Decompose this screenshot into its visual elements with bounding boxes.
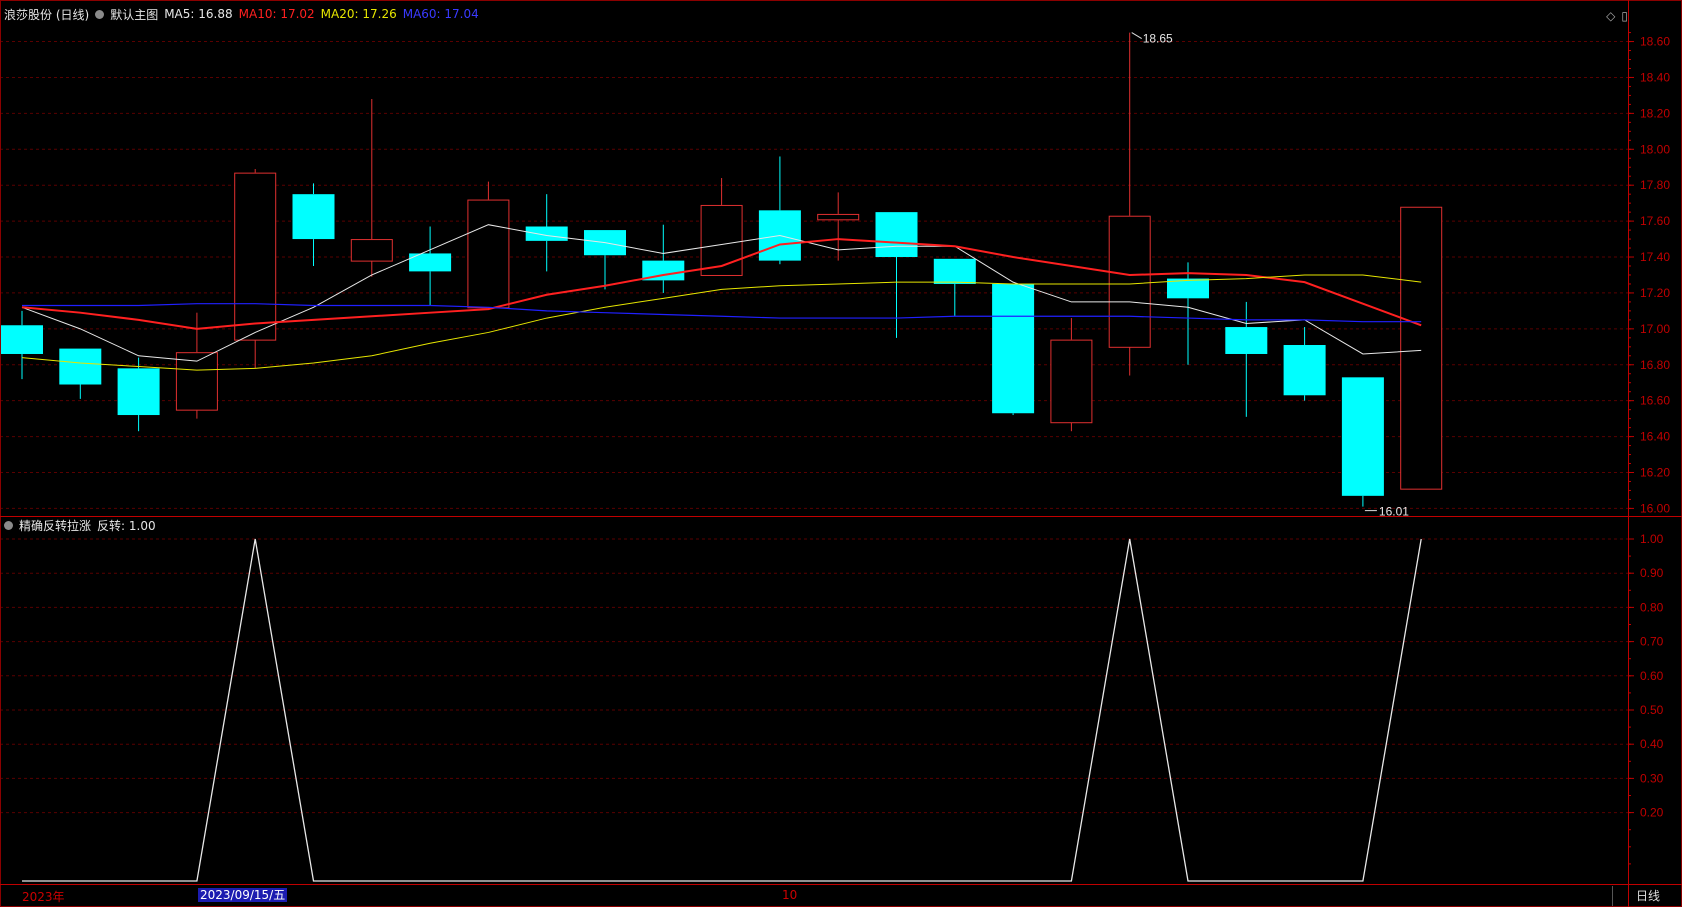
top-right-icons: ◇ ▯ [1606,9,1628,23]
price-tick-label: 17.00 [1640,322,1670,336]
candle-body [525,226,568,241]
candle-body [350,239,393,262]
price-tick-label: 16.00 [1640,501,1670,515]
candle-body [234,172,277,341]
indicator-tick-label: 0.50 [1640,703,1664,717]
candle-body [467,199,510,309]
candle-down[interactable] [1,310,43,380]
diamond-icon[interactable]: ◇ [1606,9,1615,23]
candle-body [117,368,160,416]
indicator-tick-label: 0.20 [1640,806,1664,820]
candle-body [1283,345,1326,396]
candle-down[interactable] [1341,377,1384,507]
candle-up[interactable] [234,169,277,369]
candle-down[interactable] [117,357,160,432]
ma60-line [22,303,1422,323]
candle-down[interactable] [292,183,335,266]
price-tick-label: 17.20 [1640,286,1670,300]
indicator-tick-label: 0.60 [1640,669,1664,683]
price-tick-label: 18.60 [1640,35,1670,49]
candle-down[interactable] [1283,327,1326,401]
candle-down[interactable] [642,224,685,293]
chart-canvas[interactable]: 18.60 18.40 18.20 18.00 17.80 17.60 17.40 17.20… [0,0,1682,907]
indicator-tick-label: 0.30 [1640,771,1664,785]
indicator-header: 精确反转拉涨 反转: 1.00 [4,517,162,534]
candle-body [875,212,918,258]
candle-body [1341,377,1384,496]
candle-body [933,258,976,284]
ma60-label: MA60: 17.04 [402,7,479,21]
candle-body [59,348,102,385]
price-tick-label: 18.40 [1640,70,1670,84]
price-tick-label: 18.20 [1640,106,1670,120]
candle-body [1108,215,1151,348]
price-tick-label: 16.20 [1640,465,1670,479]
candle-down[interactable] [992,283,1035,416]
price-tick-label: 16.80 [1640,358,1670,372]
month-label: 10 [782,888,798,902]
price-tick-label: 16.60 [1640,394,1670,408]
candle-body [992,283,1035,414]
settings-circle-icon[interactable] [95,9,105,19]
price-tick-label: 17.60 [1640,214,1670,228]
ma10-label: MA10: 17.02 [238,7,315,21]
candle-body [1400,206,1443,490]
price-tick-label: 16.40 [1640,430,1670,444]
ma20-label: MA20: 17.26 [320,7,397,21]
candle-down[interactable] [409,226,452,306]
panel-toggle-icon[interactable]: ▯ [1621,9,1628,23]
candle-up[interactable] [1050,318,1093,432]
candle-body [1,325,43,354]
ma5-label: MA5: 16.88 [164,7,233,21]
cursor-date-label: 2023/09/15/五 [198,888,288,902]
stock-label[interactable]: 浪莎股份 (日线) [4,6,89,23]
indicator-tick-label: 1.00 [1640,532,1664,546]
indicator-tick-label: 0.90 [1640,566,1664,580]
indicator-settings-circle-icon[interactable] [4,520,13,530]
candle-down[interactable] [933,258,976,317]
indicator-tick-label: 0.70 [1640,635,1664,649]
main-chart-label[interactable]: 默认主图 [110,6,158,23]
ma20-line [21,274,1422,371]
candlestick-series[interactable] [1,32,1443,507]
main-chart-header: 浪莎股份 (日线) 默认主图 MA5: 16.88 MA10: 17.02 MA… [4,6,485,23]
candle-up[interactable] [1108,32,1151,376]
candle-down[interactable] [758,156,801,265]
price-tick-label: 17.80 [1640,178,1670,192]
period-button[interactable]: 日线 [1612,886,1682,906]
candle-body [1225,327,1268,354]
low-price-label: 16.01 [1379,505,1409,519]
candle-up[interactable] [467,181,510,309]
price-tick-label: 18.00 [1640,142,1670,156]
high-marker-arrow [1131,32,1142,39]
price-tick-label: 17.40 [1640,250,1670,264]
candle-down[interactable] [584,230,626,290]
indicator-grid [0,538,1628,814]
candle-body [292,194,335,240]
candle-up[interactable] [350,99,393,277]
candle-down[interactable] [59,348,102,399]
candle-body [817,213,860,221]
high-price-label: 18.65 [1143,32,1173,46]
candle-up[interactable] [1400,206,1443,490]
candle-up[interactable] [817,192,860,261]
candle-down[interactable] [875,212,918,338]
year-label: 2023年 [22,890,65,904]
indicator-value: 反转: 1.00 [97,518,156,533]
candle-body [1050,339,1093,424]
candle-down[interactable] [1167,262,1209,365]
indicator-axis: 1.00 0.90 0.80 0.70 0.60 0.50 0.40 0.30 0.20 [1628,532,1664,865]
indicator-tick-label: 0.40 [1640,737,1664,751]
indicator-tick-label: 0.80 [1640,600,1664,614]
indicator-name[interactable]: 精确反转拉涨 [19,517,91,534]
price-axis: 18.60 18.40 18.20 18.00 17.80 17.60 17.40 17.20… [1628,32,1670,515]
